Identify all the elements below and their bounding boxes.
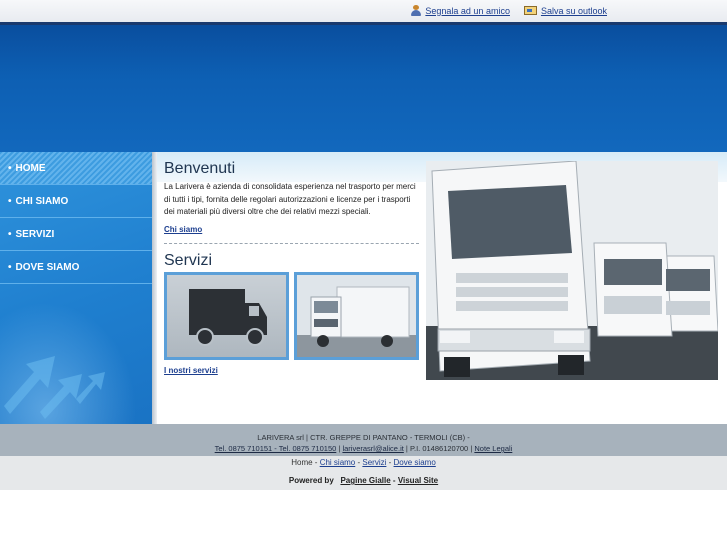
services-heading: Servizi (164, 251, 213, 269)
footer-vat: P.I. 01486120700 (409, 444, 469, 453)
footer-legal-link[interactable]: Note Legali (474, 444, 512, 453)
footer-nav-home[interactable]: Home (291, 458, 312, 467)
save-outlook-link[interactable]: Salva su outlook (523, 5, 607, 16)
nav-item-chi-siamo[interactable]: • CHI SIAMO (0, 185, 152, 218)
nav-item-label: SERVIZI (15, 228, 55, 240)
friend-icon (411, 5, 422, 16)
nav-item-home[interactable]: • HOME (0, 152, 152, 185)
welcome-text: La Larivera è azienda di consolidata esp… (164, 182, 416, 216)
nav-item-label: CHI SIAMO (15, 195, 69, 207)
sidebar-nav: • HOME • CHI SIAMO • SERVIZI • DOVE SIAM… (0, 152, 152, 424)
nav-item-label: DOVE SIAMO (15, 261, 80, 273)
footer-nav-servizi[interactable]: Servizi (362, 458, 386, 467)
pagine-gialle-link[interactable]: Pagine Gialle (340, 476, 390, 485)
header-banner (0, 22, 727, 152)
footer-nav-dove-siamo[interactable]: Dove siamo (394, 458, 436, 467)
footer-email-link[interactable]: lariverasrl@alice.it (342, 444, 403, 453)
nav-item-servizi[interactable]: • SERVIZI (0, 218, 152, 251)
content-column: Benvenuti La Larivera è azienda di conso… (164, 160, 419, 378)
services-link[interactable]: I nostri servizi (164, 366, 218, 375)
outlook-icon (523, 6, 537, 15)
send-friend-link[interactable]: Segnala ad un amico (411, 5, 510, 16)
nav-item-label: HOME (15, 162, 46, 174)
main-content: Benvenuti La Larivera è azienda di conso… (157, 152, 727, 424)
footer-powered: Powered by Pagine Gialle - Visual Site (0, 470, 727, 490)
visual-site-link[interactable]: Visual Site (398, 476, 438, 485)
footer-nav-chi-siamo[interactable]: Chi siamo (320, 458, 356, 467)
footer-contacts: Tel. 0875 710151 - Tel. 0875 710150 | la… (214, 444, 513, 453)
divider (164, 242, 419, 244)
truck-icon-thumbnail[interactable] (164, 271, 289, 360)
chi-siamo-link[interactable]: Chi siamo (164, 225, 202, 234)
decorative-arrows (0, 284, 152, 424)
footer-phones-link[interactable]: Tel. 0875 710151 - Tel. 0875 710150 (215, 444, 337, 453)
top-bar: Segnala ad un amico Salva su outlook (0, 0, 727, 22)
nav-item-dove-siamo[interactable]: • DOVE SIAMO (0, 251, 152, 284)
services-thumbnails (164, 271, 419, 360)
trucks-photo (426, 161, 718, 380)
welcome-heading: Benvenuti (164, 160, 236, 177)
footer-info: LARIVERA srl | CTR. GREPPE DI PANTANO - … (0, 424, 727, 456)
footer-company: LARIVERA srl | CTR. GREPPE DI PANTANO - … (257, 433, 470, 442)
powered-by-label: Powered by (288, 476, 334, 485)
footer-nav: Home - Chi siamo - Servizi - Dove siamo (0, 456, 727, 470)
send-friend-label: Segnala ad un amico (425, 5, 510, 16)
save-outlook-label: Salva su outlook (540, 5, 607, 16)
top-links: Segnala ad un amico Salva su outlook (411, 5, 607, 16)
truck-photo-thumbnail[interactable] (294, 271, 419, 360)
